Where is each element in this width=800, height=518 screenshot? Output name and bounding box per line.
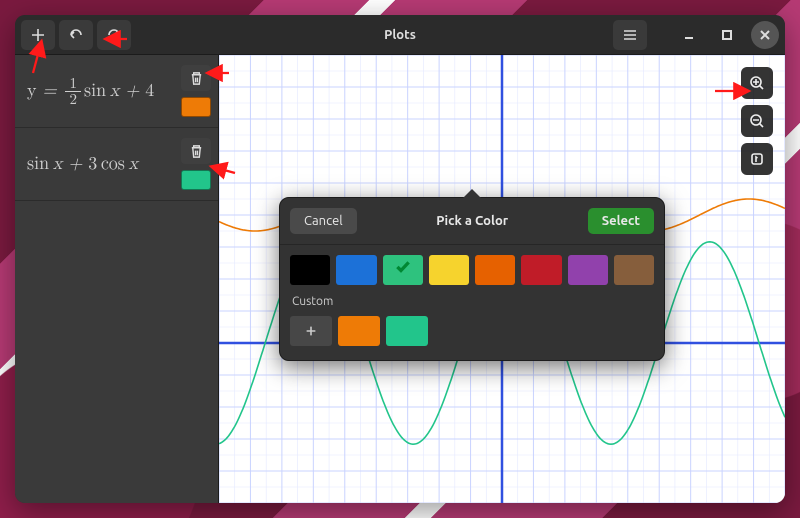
formula-display[interactable]: sin x + 3 cos x <box>23 138 174 190</box>
palette-swatch[interactable] <box>429 255 469 285</box>
palette-swatch[interactable] <box>475 255 515 285</box>
palette-swatch[interactable] <box>614 255 654 285</box>
color-picker-cancel-button[interactable]: Cancel <box>290 208 357 234</box>
plus-icon <box>304 324 318 338</box>
formula-row[interactable]: y = 12 sin x + 4 <box>15 55 218 128</box>
color-picker-popover: Cancel Pick a Color Select Custom <box>279 197 665 361</box>
plus-icon <box>30 27 46 43</box>
palette-swatch[interactable] <box>290 255 330 285</box>
custom-section-label: Custom <box>280 291 664 308</box>
app-menu-button[interactable] <box>613 20 647 50</box>
window-minimize-button[interactable] <box>675 21 703 49</box>
formula-color-chip[interactable] <box>181 170 211 190</box>
palette-swatch[interactable] <box>568 255 608 285</box>
delete-formula-button[interactable] <box>181 65 211 91</box>
redo-button[interactable] <box>97 20 131 50</box>
add-formula-button[interactable] <box>21 20 55 50</box>
formula-row[interactable]: sin x + 3 cos x <box>15 128 218 201</box>
trash-icon <box>189 144 204 159</box>
zoom-controls <box>741 67 773 175</box>
add-custom-color-button[interactable] <box>290 316 332 346</box>
color-palette <box>280 245 664 291</box>
minimize-icon <box>683 29 695 41</box>
custom-color-row <box>280 308 664 360</box>
plots-window: Plots y = 12 sin x + 4 <box>15 15 785 503</box>
titlebar: Plots <box>15 15 785 55</box>
redo-icon <box>106 27 122 43</box>
undo-icon <box>68 27 84 43</box>
formula-color-chip[interactable] <box>181 97 211 117</box>
zoom-in-button[interactable] <box>741 67 773 99</box>
zoom-reset-button[interactable] <box>741 143 773 175</box>
zoom-in-icon <box>749 75 765 91</box>
color-picker-select-button[interactable]: Select <box>588 208 654 234</box>
custom-swatch[interactable] <box>386 316 428 346</box>
color-picker-title: Pick a Color <box>357 214 588 228</box>
delete-formula-button[interactable] <box>181 138 211 164</box>
close-icon <box>759 29 771 41</box>
hamburger-icon <box>622 27 638 43</box>
zoom-reset-icon <box>749 151 765 167</box>
palette-swatch[interactable] <box>521 255 561 285</box>
maximize-icon <box>721 29 733 41</box>
zoom-out-button[interactable] <box>741 105 773 137</box>
custom-swatch[interactable] <box>338 316 380 346</box>
undo-button[interactable] <box>59 20 93 50</box>
window-close-button[interactable] <box>751 21 779 49</box>
palette-swatch[interactable] <box>336 255 376 285</box>
zoom-out-icon <box>749 113 765 129</box>
formula-display[interactable]: y = 12 sin x + 4 <box>23 65 174 117</box>
window-maximize-button[interactable] <box>713 21 741 49</box>
palette-swatch[interactable] <box>383 255 423 285</box>
formula-sidebar: y = 12 sin x + 4 sin x + 3 cos x <box>15 55 219 503</box>
trash-icon <box>189 71 204 86</box>
